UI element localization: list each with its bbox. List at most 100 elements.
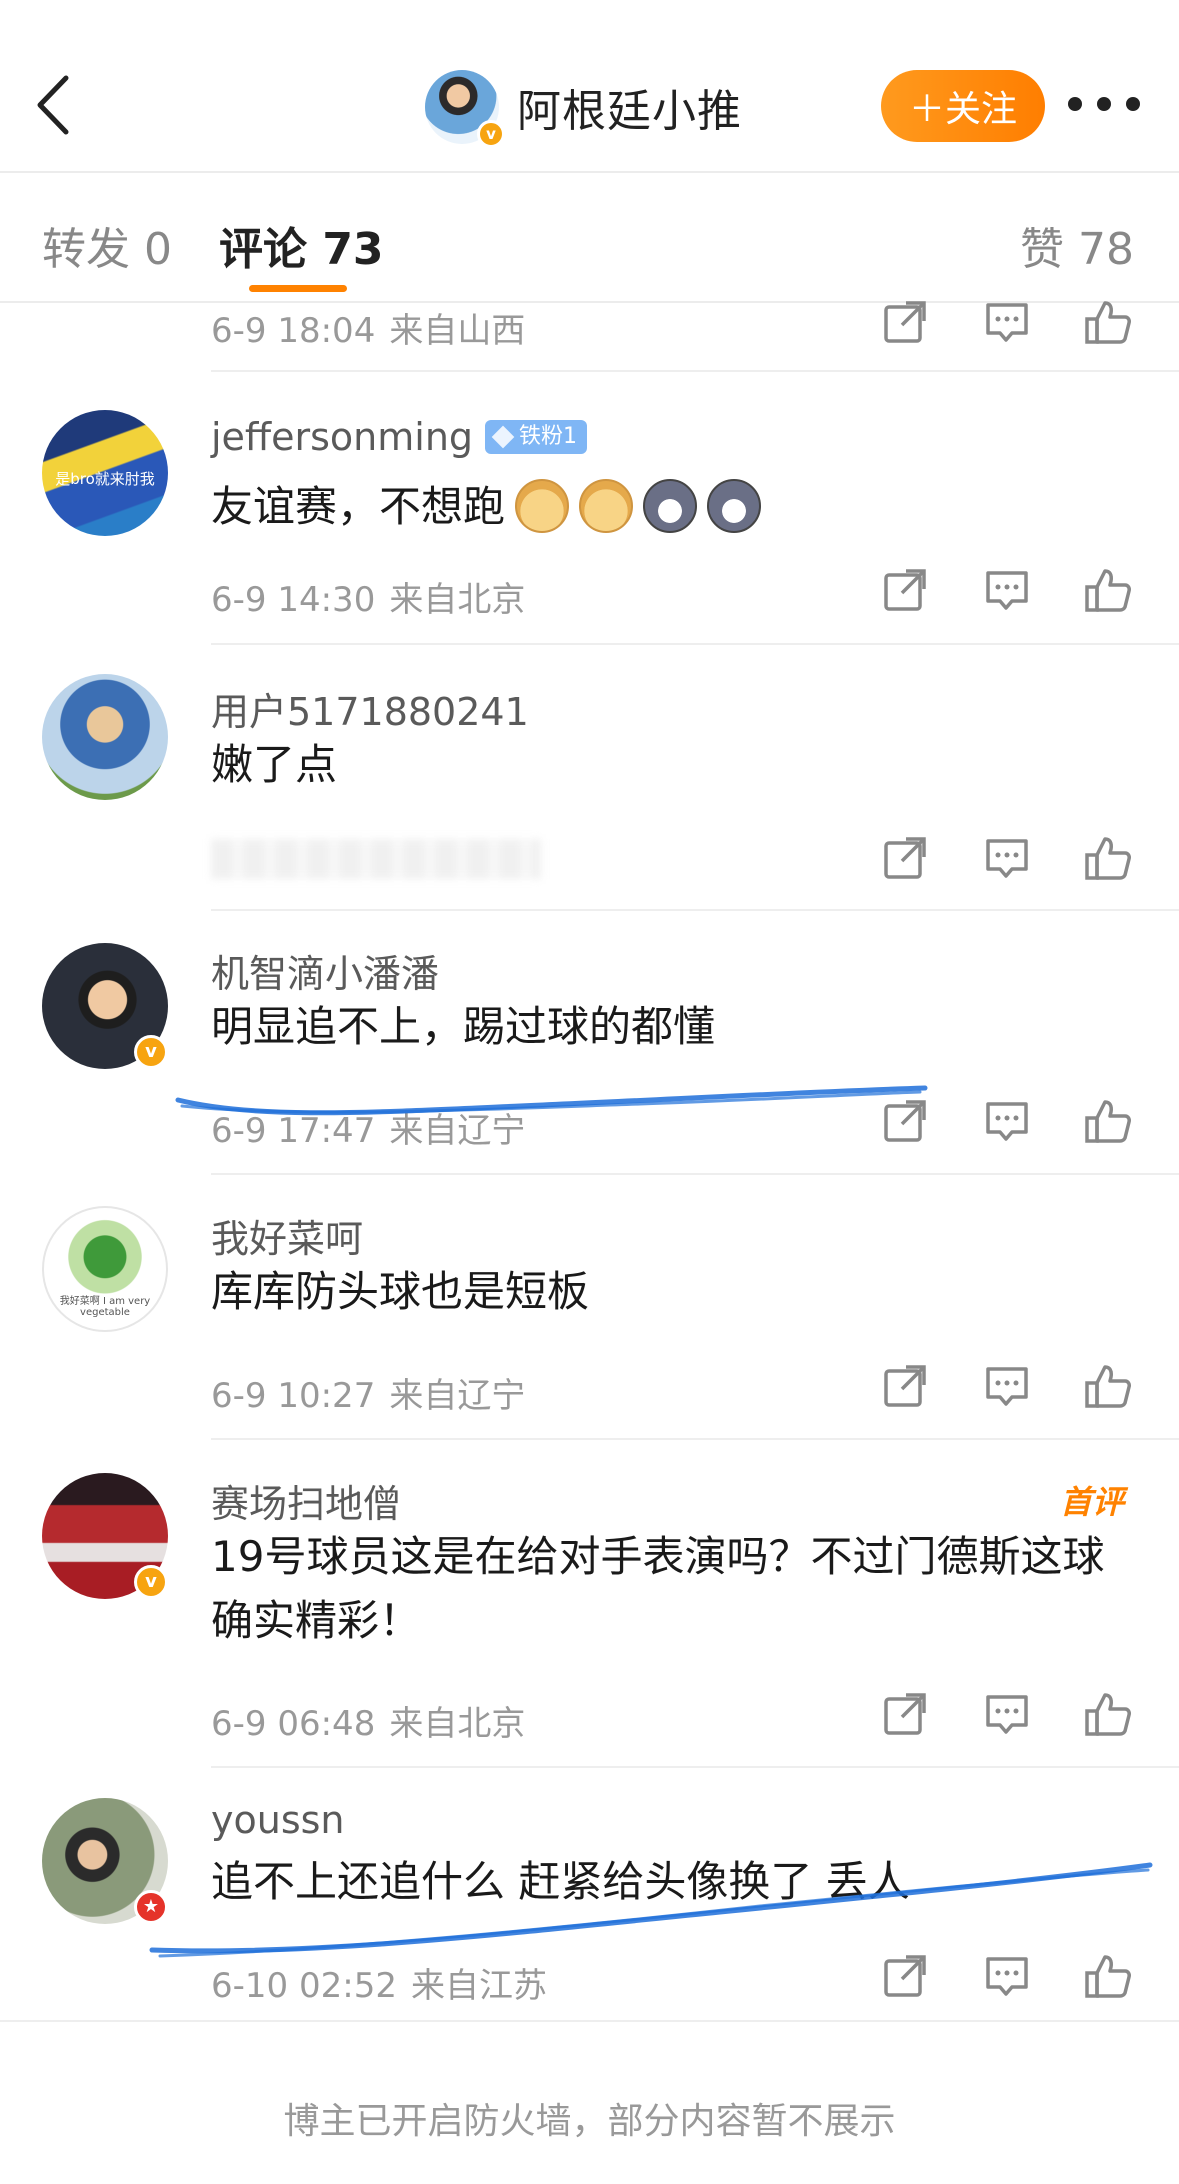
like-button[interactable]: [1083, 833, 1133, 883]
comment-username[interactable]: youssn: [211, 1798, 345, 1842]
avatar[interactable]: v: [42, 943, 168, 1069]
comment-icon: [986, 303, 1028, 342]
avatar[interactable]: [42, 674, 168, 800]
comment-location: 来自江苏: [410, 1966, 547, 2006]
husky-emoji-icon: [643, 478, 698, 533]
comment-button[interactable]: [982, 1951, 1032, 2001]
comment-username[interactable]: 赛场扫地僧: [211, 1473, 401, 1528]
thumbs-up-icon: [1085, 1365, 1131, 1408]
share-icon: [884, 569, 926, 611]
share-icon: [884, 1100, 926, 1142]
divider: [211, 1438, 1179, 1440]
share-icon: [884, 837, 926, 879]
tab-repost[interactable]: 转发 0: [42, 213, 172, 277]
comment-time: 6-9 06:48: [211, 1704, 376, 1744]
comment-text: 库库防头球也是短板: [211, 1267, 590, 1316]
diamond-icon: [491, 425, 515, 449]
divider: [211, 1766, 1179, 1768]
blogger-info[interactable]: v 阿根廷小推: [425, 67, 742, 148]
like-button[interactable]: [1083, 1096, 1133, 1146]
avatar[interactable]: v: [42, 1473, 168, 1599]
comment-text: 嫩了点: [211, 740, 338, 789]
comment-meta: 6-9 17:47 来自辽宁: [211, 1103, 525, 1152]
comment-username[interactable]: 用户5171880241: [211, 681, 529, 736]
doge-emoji-icon: [579, 478, 634, 533]
comment-text: 明显追不上，踢过球的都懂: [211, 1002, 716, 1051]
avatar[interactable]: 是bro就来肘我: [42, 410, 168, 536]
divider: [211, 909, 1179, 911]
share-icon: [884, 1955, 926, 1997]
repost-button[interactable]: [880, 1096, 930, 1146]
comment-meta: 6-9 06:48 来自北京: [211, 1696, 525, 1745]
comment-meta: 6-9 10:27 来自辽宁: [211, 1368, 525, 1417]
repost-button[interactable]: [880, 297, 930, 347]
like-button[interactable]: [1083, 1689, 1133, 1739]
repost-button[interactable]: [880, 1361, 930, 1411]
avatar[interactable]: ★: [42, 1798, 168, 1924]
like-button[interactable]: [1083, 1951, 1133, 2001]
avatar-text: 我好菜啊 I am very vegetable: [59, 1296, 151, 1318]
follow-button[interactable]: ＋关注: [881, 70, 1045, 142]
thumbs-up-icon: [1085, 837, 1131, 880]
comment-username[interactable]: jeffersonming 铁粉1: [211, 415, 588, 459]
top-nav-bar: v 阿根廷小推 ＋关注: [0, 0, 1179, 173]
comment-icon: [986, 1102, 1028, 1141]
blurred-meta: [211, 839, 541, 879]
tab-comments[interactable]: 评论 73: [219, 213, 384, 277]
comment-text: 追不上还追什么 赶紧给头像换了 丢人: [211, 1857, 910, 1906]
comment-icon: [986, 1367, 1028, 1406]
comment-icon: [986, 571, 1028, 610]
avatar[interactable]: v: [425, 70, 505, 148]
comment-time: 6-9 18:04: [211, 311, 376, 351]
comment-location: 来自辽宁: [389, 1376, 526, 1416]
username-text[interactable]: 我好菜呵: [211, 1208, 363, 1263]
username-text[interactable]: 机智滴小潘潘: [211, 943, 439, 998]
verified-icon: v: [134, 1565, 168, 1599]
repost-button[interactable]: [880, 833, 930, 883]
husky-emoji-icon: [707, 478, 762, 533]
comment-icon: [986, 1957, 1028, 1996]
comment-button[interactable]: [982, 1689, 1032, 1739]
username-text[interactable]: 用户5171880241: [211, 681, 529, 736]
like-button[interactable]: [1083, 297, 1133, 347]
comment-button[interactable]: [982, 297, 1032, 347]
comment-button[interactable]: [982, 1361, 1032, 1411]
star-badge-icon: ★: [134, 1890, 168, 1924]
verified-icon: v: [134, 1035, 168, 1069]
divider: [211, 1173, 1179, 1175]
tab-bar: 转发 0 评论 73 赞 78: [0, 175, 1179, 303]
repost-button[interactable]: [880, 1689, 930, 1739]
more-dots-icon[interactable]: [1068, 92, 1140, 116]
thumbs-up-icon: [1085, 569, 1131, 612]
comment-button[interactable]: [982, 1096, 1032, 1146]
username-text[interactable]: youssn: [211, 1798, 345, 1842]
firewall-notice: 博主已开启防火墙，部分内容暂不展示: [0, 2020, 1179, 2184]
doge-emoji-icon: [515, 478, 570, 533]
like-button[interactable]: [1083, 565, 1133, 615]
back-button[interactable]: [30, 70, 80, 140]
comment-location: 来自山西: [389, 311, 526, 351]
divider: [211, 643, 1179, 645]
repost-button[interactable]: [880, 1951, 930, 2001]
username-text[interactable]: jeffersonming: [211, 415, 473, 459]
comment-time: 6-9 14:30: [211, 580, 376, 620]
comment-time: 6-9 10:27: [211, 1376, 376, 1416]
comment-button[interactable]: [982, 565, 1032, 615]
divider: [211, 370, 1179, 372]
first-comment-badge: 首评: [1060, 1483, 1125, 1521]
comment-meta: 6-9 14:30 来自北京: [211, 572, 525, 621]
comment-username[interactable]: 我好菜呵: [211, 1208, 363, 1263]
tab-likes[interactable]: 赞 78: [1020, 213, 1134, 277]
thumbs-up-icon: [1085, 301, 1131, 344]
share-icon: [884, 1365, 926, 1407]
comment-text: 19号球员这是在给对手表演吗？不过门德斯这球确实精彩！: [211, 1532, 1105, 1645]
repost-button[interactable]: [880, 565, 930, 615]
comment-icon: [986, 839, 1028, 878]
comment-username[interactable]: 机智滴小潘潘: [211, 943, 439, 998]
comment-meta: 6-9 18:04 来自山西: [211, 303, 525, 352]
comment-button[interactable]: [982, 833, 1032, 883]
page-title[interactable]: 阿根廷小推: [517, 75, 742, 139]
like-button[interactable]: [1083, 1361, 1133, 1411]
avatar[interactable]: 我好菜啊 I am very vegetable: [42, 1206, 168, 1332]
username-text[interactable]: 赛场扫地僧: [211, 1473, 401, 1528]
